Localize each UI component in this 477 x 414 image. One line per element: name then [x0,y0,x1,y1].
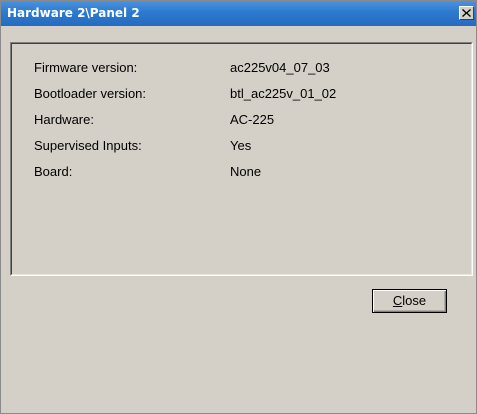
dialog-window: Hardware 2\Panel 2 Firmware version: ac2… [0,0,477,414]
row-bootloader-version: Bootloader version: btl_ac225v_01_02 [12,84,452,104]
board-label: Board: [34,164,73,179]
title-close-button[interactable] [459,6,474,20]
close-button-mnemonic: C [392,293,403,308]
supervised-inputs-label: Supervised Inputs: [34,138,142,153]
row-hardware: Hardware: AC-225 [12,110,452,130]
info-panel: Firmware version: ac225v04_07_03 Bootloa… [10,42,473,276]
row-supervised-inputs: Supervised Inputs: Yes [12,136,452,156]
window-title: Hardware 2\Panel 2 [7,6,140,20]
firmware-version-label: Firmware version: [34,60,138,75]
hardware-value: AC-225 [230,112,275,127]
close-icon [462,9,471,17]
title-bar[interactable]: Hardware 2\Panel 2 [1,1,476,26]
bootloader-version-label: Bootloader version: [34,86,147,101]
close-button[interactable]: Close [372,289,447,313]
bootloader-version-value: btl_ac225v_01_02 [230,86,337,101]
row-board: Board: None [12,162,452,182]
hardware-label: Hardware: [34,112,94,127]
supervised-inputs-value: Yes [230,138,252,153]
firmware-version-value: ac225v04_07_03 [230,60,330,75]
close-button-label: lose [402,293,427,308]
board-value: None [230,164,262,179]
row-firmware-version: Firmware version: ac225v04_07_03 [12,58,452,78]
